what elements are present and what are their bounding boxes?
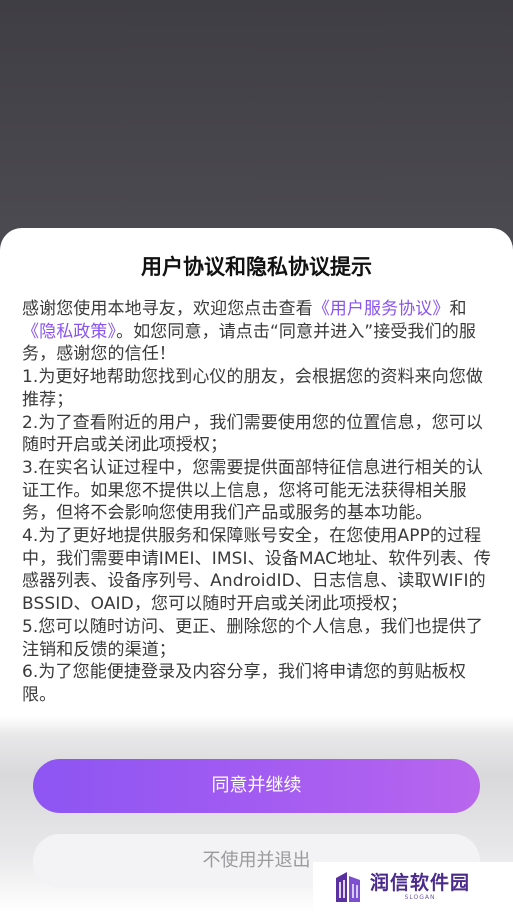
watermark: 润信软件园 SLOGAN [313,862,513,912]
agreement-item-4: 4.为了更好地提供服务和保障账号安全，在您使用APP的过程中，我们需要申请IME… [22,526,491,615]
privacy-dialog: 用户协议和隐私协议提示 感谢您使用本地寻友，欢迎您点击查看《用户服务协议》和《隐… [0,228,513,912]
intro-and-text: 和 [449,299,467,319]
agreement-item-5: 5.您可以随时访问、更正、删除您的个人信息，我们也提供了注销和反馈的渠道； [22,616,484,660]
agreement-item-1: 1.为更好地帮助您找到心仪的朋友，会根据您的资料来向您做推荐； [22,367,484,410]
intro-paragraph: 感谢您使用本地寻友，欢迎您点击查看《用户服务协议》和《隐私政策》。如您同意，请点… [22,298,492,366]
agreement-item-6: 6.为了您能便捷登录及内容分享，我们将申请您的剪贴板权限。 [22,662,466,705]
watermark-text: 润信软件园 SLOGAN [370,872,470,902]
agreement-item-3: 3.在实名认证过程中，您需要提供面部特征信息进行相关的认证工作。如果您不提供以上… [22,457,484,524]
privacy-policy-link[interactable]: 《隐私政策》 [22,322,116,342]
building-logo-icon [336,872,360,902]
user-agreement-link[interactable]: 《用户服务协议》 [313,299,450,319]
agreement-content[interactable]: 感谢您使用本地寻友，欢迎您点击查看《用户服务协议》和《隐私政策》。如您同意，请点… [22,298,492,748]
dialog-title: 用户协议和隐私协议提示 [141,255,372,279]
agree-continue-button[interactable]: 同意并继续 [33,759,480,813]
intro-pre-text: 感谢您使用本地寻友，欢迎您点击查看 [22,299,313,319]
watermark-slogan: SLOGAN [404,894,436,901]
screen: 用户协议和隐私协议提示 感谢您使用本地寻友，欢迎您点击查看《用户服务协议》和《隐… [0,0,513,912]
agreement-item-2: 2.为了查看附近的用户，我们需要使用您的位置信息，您可以随时开启或关闭此项授权； [22,412,484,456]
watermark-name: 润信软件园 [370,872,471,894]
